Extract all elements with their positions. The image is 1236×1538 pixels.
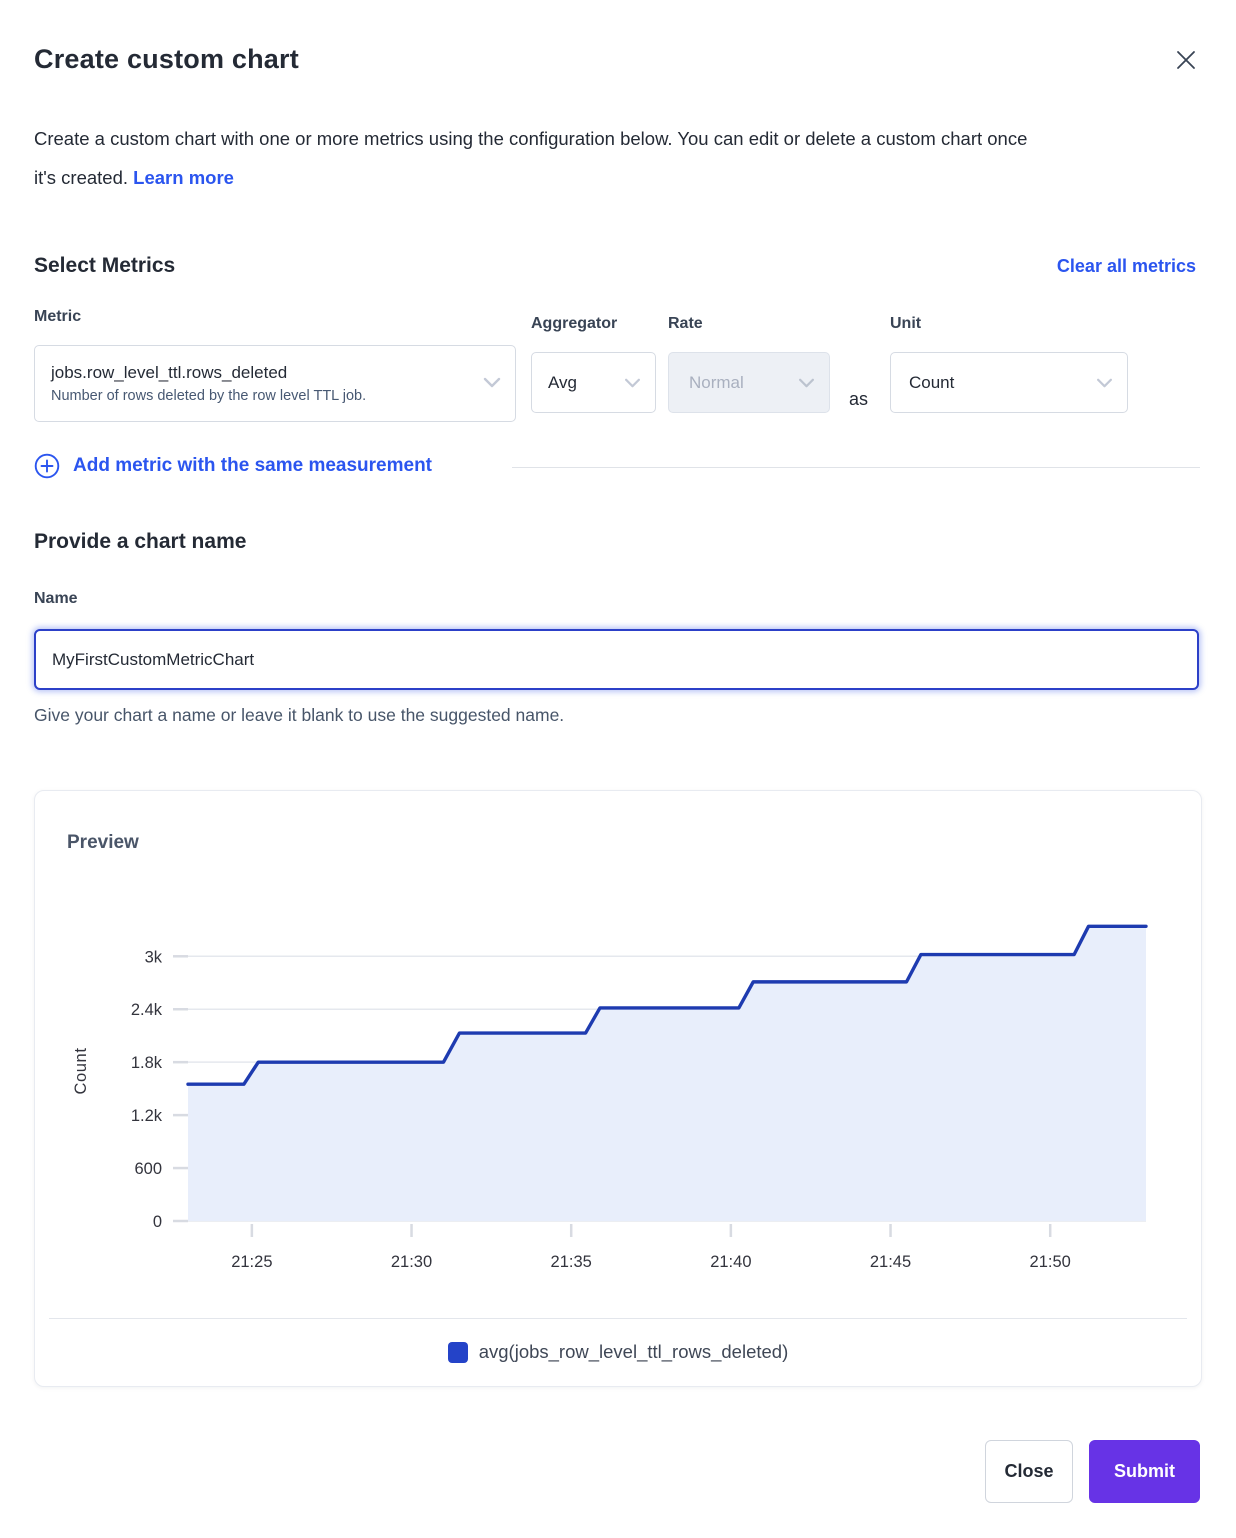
- y-tick-label: 0: [153, 1213, 162, 1231]
- description-line1: Create a custom chart with one or more m…: [34, 128, 1027, 149]
- chevron-down-icon: [1096, 373, 1113, 393]
- metric-select[interactable]: jobs.row_level_ttl.rows_deleted Number o…: [34, 345, 516, 422]
- dialog-title: Create custom chart: [34, 44, 299, 75]
- clear-all-metrics-link[interactable]: Clear all metrics: [1057, 256, 1196, 277]
- select-metrics-heading: Select Metrics: [34, 254, 175, 278]
- y-tick-label: 2.4k: [131, 1001, 163, 1019]
- name-helper-text: Give your chart a name or leave it blank…: [34, 705, 564, 726]
- y-tick-label: 3k: [145, 948, 163, 966]
- y-tick-label: 1.2k: [131, 1107, 163, 1125]
- add-metric-button[interactable]: Add metric with the same measurement: [34, 453, 432, 479]
- metric-label: Metric: [34, 308, 81, 326]
- divider: [49, 1318, 1187, 1319]
- aggregator-label: Aggregator: [531, 315, 617, 333]
- chevron-down-icon: [483, 375, 501, 393]
- preview-chart: 06001.2k1.8k2.4k3k21:2521:3021:3521:4021…: [188, 921, 1146, 1221]
- unit-label: Unit: [890, 315, 921, 333]
- learn-more-link[interactable]: Learn more: [133, 167, 234, 188]
- chart-legend: avg(jobs_row_level_ttl_rows_deleted): [35, 1341, 1201, 1363]
- x-tick-label: 21:40: [710, 1253, 751, 1271]
- circle-plus-icon: [34, 453, 60, 479]
- close-icon[interactable]: [1174, 46, 1202, 74]
- unit-select-value: Count: [909, 373, 954, 393]
- name-label: Name: [34, 590, 78, 608]
- create-custom-chart-dialog: Create custom chart Create a custom char…: [0, 0, 1236, 1538]
- y-tick-label: 1.8k: [131, 1054, 163, 1072]
- divider: [512, 467, 1200, 468]
- preview-card: Preview 06001.2k1.8k2.4k3k21:2521:3021:3…: [34, 790, 1202, 1387]
- close-button[interactable]: Close: [985, 1440, 1073, 1503]
- x-tick-label: 21:50: [1030, 1253, 1071, 1271]
- chevron-down-icon: [798, 373, 815, 393]
- legend-label: avg(jobs_row_level_ttl_rows_deleted): [479, 1341, 789, 1363]
- aggregator-select-value: Avg: [548, 373, 577, 393]
- add-metric-label: Add metric with the same measurement: [73, 455, 432, 477]
- aggregator-select[interactable]: Avg: [531, 352, 656, 413]
- y-tick-label: 600: [134, 1160, 162, 1178]
- description-line2: it's created.: [34, 167, 128, 188]
- x-tick-label: 21:30: [391, 1253, 432, 1271]
- area-fill: [188, 926, 1146, 1221]
- rate-select-value: Normal: [689, 373, 744, 393]
- chevron-down-icon: [624, 373, 641, 393]
- chart-name-input[interactable]: [34, 629, 1199, 690]
- x-tick-label: 21:25: [231, 1253, 272, 1271]
- x-tick-label: 21:45: [870, 1253, 911, 1271]
- x-tick-label: 21:35: [551, 1253, 592, 1271]
- rate-select: Normal: [668, 352, 830, 413]
- preview-chart-area: 06001.2k1.8k2.4k3k21:2521:3021:3521:4021…: [188, 921, 1146, 1221]
- y-axis-label: Count: [72, 1047, 90, 1094]
- preview-heading: Preview: [67, 832, 139, 854]
- dialog-description: Create a custom chart with one or more m…: [34, 119, 1189, 197]
- submit-button[interactable]: Submit: [1089, 1440, 1200, 1503]
- metric-select-value: jobs.row_level_ttl.rows_deleted: [51, 363, 287, 383]
- as-label: as: [849, 389, 868, 410]
- chart-name-heading: Provide a chart name: [34, 530, 246, 554]
- legend-swatch: [448, 1342, 468, 1363]
- rate-label: Rate: [668, 315, 703, 333]
- unit-select[interactable]: Count: [890, 352, 1128, 413]
- metric-select-description: Number of rows deleted by the row level …: [51, 388, 366, 404]
